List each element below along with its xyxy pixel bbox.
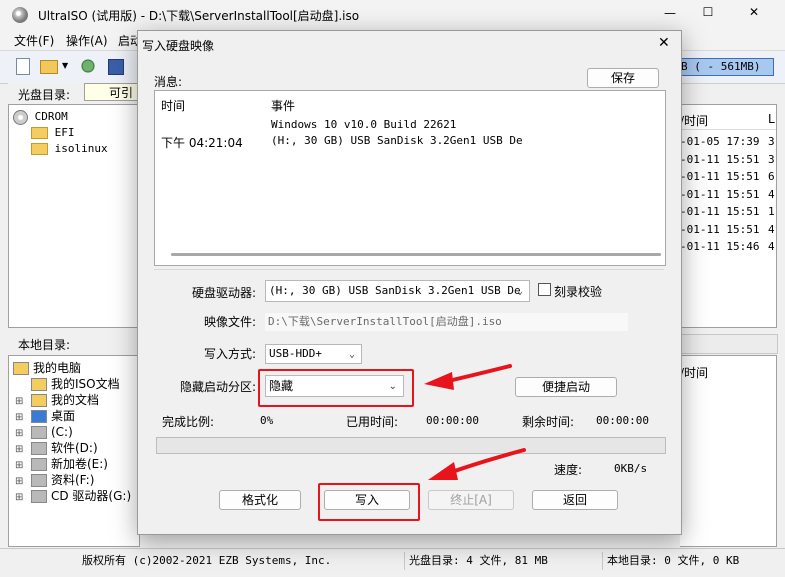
arrow-to-hidden-partition bbox=[424, 364, 512, 390]
annotation-arrows bbox=[424, 364, 526, 480]
arrow-to-write-button bbox=[428, 448, 526, 480]
